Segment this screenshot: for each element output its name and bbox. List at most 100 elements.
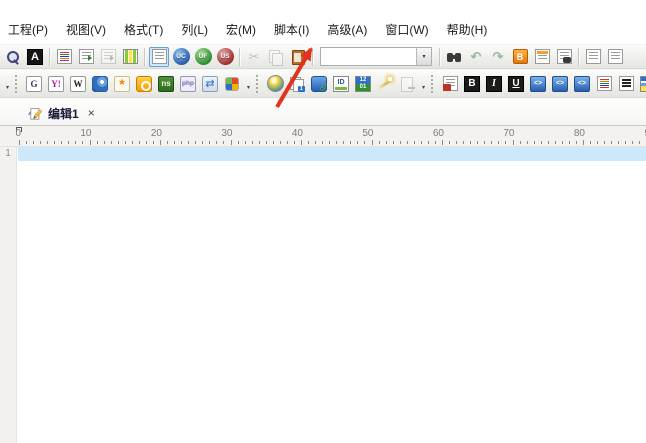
bold-button[interactable]: B	[462, 74, 482, 94]
magic-wand-button[interactable]	[375, 74, 395, 94]
ruler-tick	[372, 140, 373, 145]
menu-item-column[interactable]: 列(L)	[176, 18, 213, 41]
office-button[interactable]	[222, 74, 242, 94]
bookmark-list-button[interactable]	[532, 47, 552, 67]
transfer-arrows-icon: ⇄	[202, 76, 218, 92]
column-mode-icon	[123, 49, 138, 64]
send-page-button[interactable]	[397, 74, 417, 94]
highlight-lines-button[interactable]	[54, 47, 74, 67]
yahoo-search-button[interactable]: Y!	[46, 74, 66, 94]
ruler-tick	[329, 141, 330, 144]
web-service-orange-icon	[136, 76, 152, 92]
encoding-us-button[interactable]: US	[215, 47, 235, 67]
search-combobox-dropdown-button[interactable]: ▾	[416, 48, 431, 65]
paste-button[interactable]	[288, 47, 308, 67]
find-in-document-button[interactable]	[554, 47, 574, 67]
ruler-tick	[181, 141, 182, 144]
encoding-uf-button[interactable]: UF	[193, 47, 213, 67]
underline-button[interactable]: U	[506, 74, 526, 94]
menu-item-format[interactable]: 格式(T)	[119, 18, 168, 41]
line-arrows-button[interactable]	[76, 47, 96, 67]
toolbar-grip	[256, 75, 260, 93]
tab-edit1[interactable]: 编辑1 ×	[12, 99, 108, 125]
insert-tag-button[interactable]: <>	[528, 74, 548, 94]
menu-item-view[interactable]: 视图(V)	[61, 18, 111, 41]
bookmark-list-icon	[535, 49, 550, 64]
copy-button[interactable]	[266, 47, 286, 67]
ruler-tick	[625, 141, 626, 144]
charset-button[interactable]: A	[25, 47, 45, 67]
underline-icon: U	[508, 76, 524, 92]
export-list-button[interactable]	[440, 74, 460, 94]
web-service-orange-button[interactable]	[134, 74, 154, 94]
bold-icon: B	[464, 76, 480, 92]
ruler-tick	[379, 141, 380, 144]
clipped-button[interactable]	[638, 74, 646, 94]
bookmark-button[interactable]: B	[510, 47, 530, 67]
tab-close-button[interactable]: ×	[85, 106, 98, 120]
ruler-tick	[583, 140, 584, 145]
zoom-icon	[5, 49, 21, 65]
find-in-document-icon	[557, 49, 572, 64]
web-service-blue-button[interactable]	[90, 74, 110, 94]
transfer-arrows-button[interactable]: ⇄	[200, 74, 220, 94]
word-wrap-button[interactable]	[98, 47, 118, 67]
document-list-alt-button[interactable]	[605, 47, 625, 67]
menu-item-script[interactable]: 脚本(I)	[269, 18, 314, 41]
document-list-button[interactable]	[583, 47, 603, 67]
ruler-tick	[315, 141, 316, 144]
ruler-tick	[90, 140, 91, 145]
zoom-button[interactable]	[3, 47, 23, 67]
show-line-numbers-button[interactable]	[149, 47, 169, 67]
dark-lines-button[interactable]	[616, 74, 636, 94]
find-button[interactable]	[444, 47, 464, 67]
ruler-tick	[174, 141, 175, 144]
ruler-tick	[146, 141, 147, 144]
toolbar-secondary: ▾GY!W*nsphp⇄▾1✓ID1201▾BIU<><><>	[0, 69, 646, 98]
menu-item-help[interactable]: 帮助(H)	[442, 18, 493, 41]
ruler-tick	[132, 141, 133, 144]
ruler-label: 50	[358, 128, 374, 139]
send-page-icon	[399, 76, 415, 92]
color-lines-button[interactable]	[594, 74, 614, 94]
ruler-tick	[456, 141, 457, 144]
show-line-numbers-icon	[152, 49, 167, 64]
web-service-ns-icon: ns	[158, 76, 174, 92]
wrap-tag-button[interactable]: <>	[550, 74, 570, 94]
toolbar-overflow-chevron[interactable]: ▾	[2, 74, 13, 94]
encoding-uc-button[interactable]: UC	[171, 47, 191, 67]
list-tag-button[interactable]: <>	[572, 74, 592, 94]
group-overflow-chevron[interactable]: ▾	[418, 74, 429, 94]
id-image-button[interactable]: ID	[331, 74, 351, 94]
paste-icon	[290, 49, 306, 65]
redo-button[interactable]: ↷	[488, 47, 508, 67]
italic-button[interactable]: I	[484, 74, 504, 94]
ruler-tick	[61, 141, 62, 144]
google-search-button[interactable]: G	[24, 74, 44, 94]
menu-item-macro[interactable]: 宏(M)	[221, 18, 261, 41]
ruler-tick	[343, 141, 344, 144]
number-lines-button[interactable]: 1	[287, 74, 307, 94]
web-service-ns-button[interactable]: ns	[156, 74, 176, 94]
ruler-tick	[195, 141, 196, 144]
group-overflow-chevron[interactable]: ▾	[243, 74, 254, 94]
column-mode-button[interactable]	[120, 47, 140, 67]
menu-item-project[interactable]: 工程(P)	[3, 18, 53, 41]
date-convert-button[interactable]: 1201	[353, 74, 373, 94]
php-docs-button[interactable]: php	[178, 74, 198, 94]
line-number[interactable]: 1	[0, 147, 16, 161]
cut-button[interactable]: ✂	[244, 47, 264, 67]
undo-button[interactable]: ↶	[466, 47, 486, 67]
wikipedia-search-button[interactable]: W	[68, 74, 88, 94]
web-service-spark-button[interactable]: *	[112, 74, 132, 94]
search-combobox-input[interactable]	[321, 48, 416, 65]
menu-item-advanced[interactable]: 高级(A)	[322, 18, 372, 41]
color-picker-button[interactable]	[265, 74, 285, 94]
magic-wand-icon	[377, 76, 393, 92]
phone-verify-button[interactable]: ✓	[309, 74, 329, 94]
edit-pencil-icon	[30, 107, 43, 120]
menu-item-window[interactable]: 窗口(W)	[380, 18, 433, 41]
php-docs-icon: php	[180, 76, 196, 92]
ruler-tick	[209, 141, 210, 144]
editor-text-area[interactable]: 1	[0, 147, 646, 443]
